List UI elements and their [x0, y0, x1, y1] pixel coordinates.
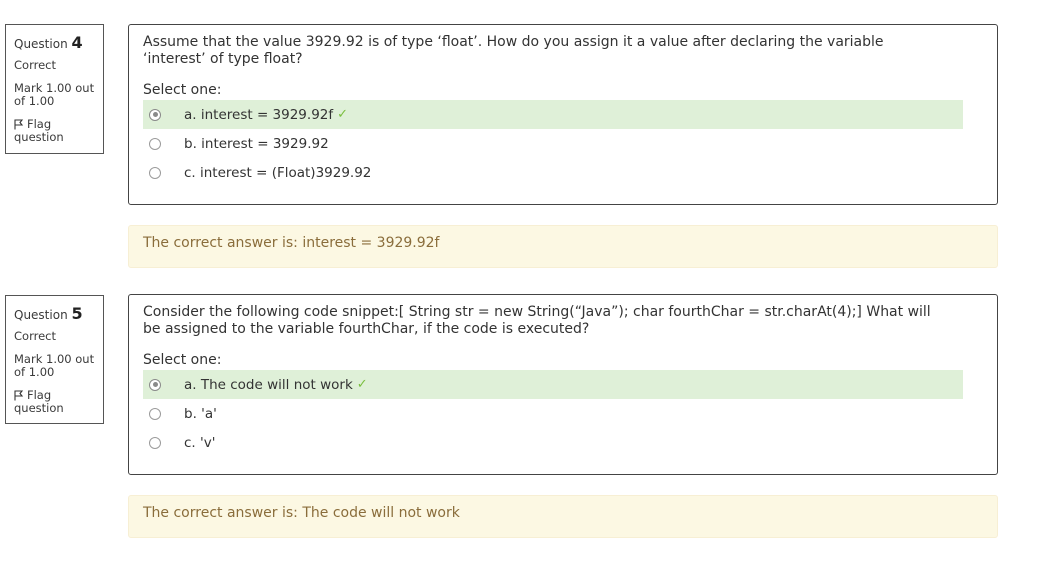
select-prompt: Select one: [143, 82, 222, 98]
answer-label-b: b. interest = 3929.92 [184, 135, 329, 152]
question-number: 5 [71, 304, 83, 323]
answer-option-a[interactable]: a. The code will not work ✓ [143, 370, 963, 399]
answer-label-b: b. 'a' [184, 405, 217, 422]
question-grade: Mark 1.00 out of 1.00 [14, 352, 95, 379]
answer-radio-a[interactable] [149, 378, 161, 391]
answer-radio-c[interactable] [149, 436, 161, 449]
question-text: Consider the following code snippet:[ St… [143, 304, 931, 337]
answer-radio-a[interactable] [149, 108, 161, 121]
answer-radio-b[interactable] [149, 407, 161, 420]
question-state: Correct [14, 329, 56, 343]
check-icon: ✓ [356, 377, 368, 392]
question-label: Question [14, 37, 68, 51]
flag-question-button[interactable]: Flag question [14, 389, 103, 415]
question-content: Assume that the value 3929.92 is of type… [128, 24, 998, 205]
question-info: Question 4 Correct Mark 1.00 out of 1.00… [5, 24, 104, 154]
answer-label-a: a. interest = 3929.92f [184, 106, 334, 123]
question-text: Assume that the value 3929.92 is of type… [143, 34, 884, 67]
flag-icon [14, 117, 27, 131]
answer-label-c: c. 'v' [184, 434, 216, 451]
select-prompt: Select one: [143, 352, 222, 368]
question-content: Consider the following code snippet:[ St… [128, 294, 998, 475]
answer-option-b[interactable]: b. 'a' [143, 399, 963, 428]
question-info: Question 5 Correct Mark 1.00 out of 1.00… [5, 295, 104, 424]
flag-icon [14, 388, 27, 402]
answer-option-c[interactable]: c. 'v' [143, 428, 963, 457]
check-icon: ✓ [337, 107, 349, 122]
question-grade: Mark 1.00 out of 1.00 [14, 81, 95, 108]
question-label: Question [14, 308, 68, 322]
answer-label-a: a. The code will not work [184, 376, 353, 393]
question-state: Correct [14, 58, 56, 72]
answer-radio-b[interactable] [149, 137, 161, 150]
question-number-line: Question 5 [14, 304, 103, 323]
correct-answer-feedback: The correct answer is: The code will not… [128, 495, 998, 538]
question-number: 4 [71, 33, 83, 52]
flag-question-button[interactable]: Flag question [14, 118, 103, 144]
answer-option-a[interactable]: a. interest = 3929.92f ✓ [143, 100, 963, 129]
answer-option-c[interactable]: c. interest = (Float)3929.92 [143, 158, 963, 187]
answer-option-b[interactable]: b. interest = 3929.92 [143, 129, 963, 158]
answer-label-c: c. interest = (Float)3929.92 [184, 164, 372, 181]
correct-answer-feedback: The correct answer is: interest = 3929.9… [128, 225, 998, 268]
answer-radio-c[interactable] [149, 166, 161, 179]
question-number-line: Question 4 [14, 33, 103, 52]
